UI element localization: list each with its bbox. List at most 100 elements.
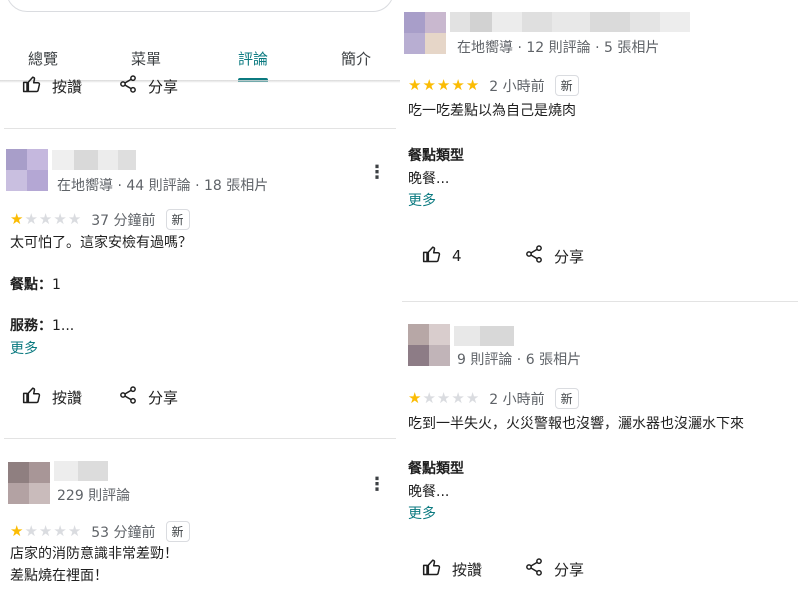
star-icon: ★ bbox=[24, 522, 38, 540]
field-label: 服務： bbox=[10, 318, 52, 334]
reviewer-name-blurred bbox=[454, 326, 514, 346]
share-button[interactable]: 分享 bbox=[524, 244, 584, 268]
star-icon: ★ bbox=[408, 76, 422, 94]
star-icon: ★ bbox=[465, 389, 480, 407]
more-link[interactable]: 更多 bbox=[408, 503, 436, 523]
section-value: 晚餐... bbox=[408, 484, 450, 500]
star-icon: ★ bbox=[10, 522, 24, 540]
thumbs-up-icon bbox=[22, 74, 42, 98]
review-actions: 按讚 分享 bbox=[422, 557, 782, 583]
avatar bbox=[6, 149, 48, 191]
star-icon: ★ bbox=[24, 210, 38, 228]
new-badge: 新 bbox=[165, 209, 190, 230]
field-value: 1... bbox=[52, 318, 75, 334]
review-text-line: 差點燒在裡面！ bbox=[10, 568, 108, 584]
like-count: 4 bbox=[452, 247, 462, 265]
tab-about[interactable]: 簡介 bbox=[316, 48, 396, 69]
share-label: 分享 bbox=[554, 247, 585, 266]
star-icon: ★ bbox=[465, 76, 480, 94]
share-button[interactable]: 分享 bbox=[118, 385, 178, 409]
reviewer-meta: 在地嚮導 · 44 則評論 · 18 張相片 bbox=[57, 178, 269, 194]
reviewer-meta: 在地嚮導 · 12 則評論 · 5 張相片 bbox=[457, 40, 660, 56]
thumbs-up-icon bbox=[22, 385, 42, 409]
field-label: 餐點： bbox=[10, 277, 52, 293]
star-rating: ★ ★ ★ ★ ★ bbox=[10, 212, 81, 227]
share-label: 分享 bbox=[148, 77, 179, 96]
more-vert-icon[interactable]: ⋮ bbox=[368, 476, 386, 494]
share-icon bbox=[118, 74, 138, 98]
section-value: 晚餐... bbox=[408, 171, 450, 187]
left-screenshot-panel: 總覽 菜單 評論 簡介 按讚 分享 在地嚮導 · 44 則評論 · 18 張相片… bbox=[0, 0, 400, 600]
like-button[interactable]: 按讚 bbox=[422, 557, 482, 581]
star-icon: ★ bbox=[38, 522, 53, 540]
review-field: 服務：1... bbox=[10, 315, 74, 337]
review-actions-top: 按讚 分享 bbox=[22, 74, 382, 100]
like-button[interactable]: 按讚 bbox=[22, 385, 82, 409]
avatar bbox=[404, 12, 446, 54]
section-title: 餐點類型 bbox=[408, 461, 464, 477]
star-rating: ★ ★ ★ ★ ★ bbox=[408, 391, 479, 406]
star-icon: ★ bbox=[67, 522, 82, 540]
divider bbox=[4, 438, 396, 439]
reviewer-meta: 9 則評論 · 6 張相片 bbox=[457, 352, 582, 368]
share-label: 分享 bbox=[554, 560, 585, 579]
star-icon: ★ bbox=[53, 210, 67, 228]
more-link[interactable]: 更多 bbox=[10, 338, 38, 358]
like-button[interactable]: 4 bbox=[422, 244, 462, 268]
rating-row: ★ ★ ★ ★ ★ 2 小時前 新 bbox=[408, 388, 579, 409]
review-actions: 4 分享 bbox=[422, 244, 782, 270]
review-field: 餐點：1 bbox=[10, 274, 61, 296]
star-icon: ★ bbox=[10, 210, 24, 228]
share-button[interactable]: 分享 bbox=[118, 74, 178, 98]
avatar bbox=[8, 462, 50, 504]
rating-row: ★ ★ ★ ★ ★ 37 分鐘前 新 bbox=[10, 209, 190, 230]
rating-row: ★ ★ ★ ★ ★ 53 分鐘前 新 bbox=[10, 521, 190, 542]
tab-overview[interactable]: 總覽 bbox=[3, 48, 83, 69]
new-badge: 新 bbox=[554, 388, 579, 409]
review-text: 吃到一半失火，火災警報也沒響，灑水器也沒灑水下來 bbox=[408, 416, 744, 432]
like-label: 按讚 bbox=[52, 388, 83, 407]
star-rating: ★ ★ ★ ★ ★ bbox=[408, 78, 479, 93]
share-icon bbox=[524, 244, 544, 268]
review-time: 2 小時前 bbox=[489, 78, 545, 95]
tab-menu[interactable]: 菜單 bbox=[106, 48, 186, 69]
field-value: 1 bbox=[52, 277, 61, 293]
review-time: 2 小時前 bbox=[489, 391, 545, 408]
search-bar[interactable] bbox=[6, 0, 394, 12]
like-label: 按讚 bbox=[452, 560, 483, 579]
reviewer-name-blurred bbox=[54, 461, 108, 481]
avatar bbox=[408, 324, 450, 366]
rating-row: ★ ★ ★ ★ ★ 2 小時前 新 bbox=[408, 75, 579, 96]
share-label: 分享 bbox=[148, 388, 179, 407]
share-button[interactable]: 分享 bbox=[524, 557, 584, 581]
review-actions: 按讚 分享 bbox=[22, 385, 382, 411]
star-icon: ★ bbox=[436, 76, 451, 94]
like-button[interactable]: 按讚 bbox=[22, 74, 82, 98]
review-time: 53 分鐘前 bbox=[91, 524, 156, 541]
tab-reviews[interactable]: 評論 bbox=[213, 48, 293, 69]
star-icon: ★ bbox=[67, 210, 82, 228]
section-title: 餐點類型 bbox=[408, 148, 464, 164]
share-icon bbox=[524, 557, 544, 581]
share-icon bbox=[118, 385, 138, 409]
star-icon: ★ bbox=[451, 389, 465, 407]
review-text: 吃一吃差點以為自己是燒肉 bbox=[408, 103, 576, 119]
star-icon: ★ bbox=[422, 76, 436, 94]
more-vert-icon[interactable]: ⋮ bbox=[368, 164, 386, 182]
new-badge: 新 bbox=[165, 521, 190, 542]
star-icon: ★ bbox=[436, 389, 451, 407]
star-icon: ★ bbox=[38, 210, 53, 228]
more-link[interactable]: 更多 bbox=[408, 190, 436, 210]
star-rating: ★ ★ ★ ★ ★ bbox=[10, 524, 81, 539]
review-text-line: 店家的消防意識非常差勁！ bbox=[10, 546, 178, 562]
right-screenshot-panel: 在地嚮導 · 12 則評論 · 5 張相片 ★ ★ ★ ★ ★ 2 小時前 新 … bbox=[400, 0, 800, 600]
reviewer-meta: 229 則評論 bbox=[57, 488, 131, 504]
like-label: 按讚 bbox=[52, 77, 83, 96]
star-icon: ★ bbox=[422, 389, 436, 407]
star-icon: ★ bbox=[408, 389, 422, 407]
review-text: 太可怕了。這家安檢有過嗎？ bbox=[10, 235, 192, 251]
new-badge: 新 bbox=[554, 75, 579, 96]
divider bbox=[402, 301, 798, 302]
reviewer-name-blurred bbox=[450, 12, 690, 32]
star-icon: ★ bbox=[451, 76, 465, 94]
